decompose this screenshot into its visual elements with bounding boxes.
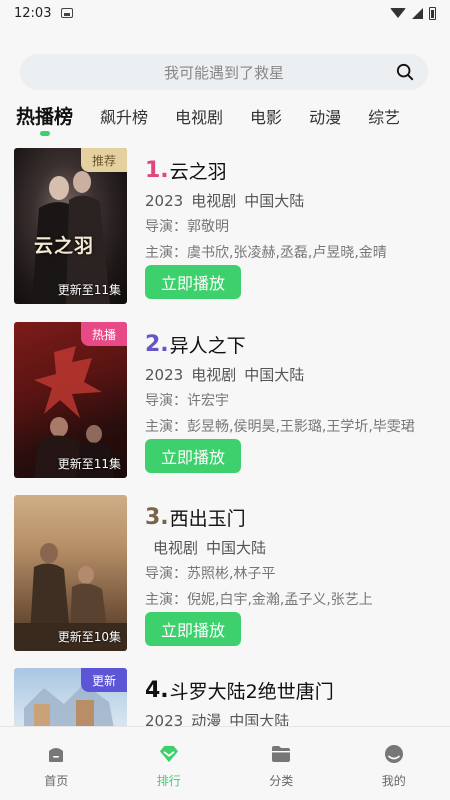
tab-anime[interactable]: 动漫 — [309, 100, 341, 128]
gallery-icon — [61, 8, 74, 18]
rank-number: 1. — [145, 157, 169, 183]
poster-image[interactable]: 云之羽 推荐 更新至11集 — [14, 148, 127, 304]
play-button[interactable]: 立即播放 — [145, 265, 241, 299]
status-icons — [390, 6, 436, 20]
update-status: 更新至11集 — [57, 457, 121, 471]
signal-icon — [412, 7, 423, 19]
profile-icon — [384, 745, 403, 763]
item-title-row[interactable]: 1. 云之羽 — [145, 157, 435, 183]
item-meta: 2023 电视剧 中国大陆 — [145, 364, 435, 384]
item-title-row[interactable]: 4. 斗罗大陆2绝世唐门 — [145, 677, 435, 703]
battery-icon — [429, 6, 436, 20]
item-cast: 主演：彭昱畅,侯明昊,王影璐,王学圻,毕雯珺 — [145, 419, 415, 435]
list-item[interactable]: 更新 4. 斗罗大陆2绝世唐门 2023 动漫 中国大陆 — [14, 668, 434, 726]
item-meta: 2023 动漫 中国大陆 — [145, 710, 435, 726]
play-button[interactable]: 立即播放 — [145, 612, 241, 646]
item-director: 导演：郭敬明 — [145, 219, 229, 235]
poster-image[interactable]: 更新 — [14, 668, 127, 726]
item-title: 异人之下 — [169, 334, 246, 357]
tab-tv[interactable]: 电视剧 — [175, 100, 223, 128]
tab-label: 飙升榜 — [100, 108, 149, 127]
tab-variety[interactable]: 综艺 — [368, 100, 400, 128]
item-info: 3. 西出玉门 电视剧 中国大陆 导演：苏照彬,林子平 主演：倪妮,白宇,金瀚,孟… — [145, 495, 435, 646]
item-title-row[interactable]: 3. 西出玉门 — [145, 504, 435, 530]
item-category: 动漫 — [191, 712, 222, 726]
item-year: 2023 — [145, 712, 184, 726]
tab-rising[interactable]: 飙升榜 — [100, 100, 148, 128]
item-cast: 主演：虞书欣,张凌赫,丞磊,卢昱晓,金晴 — [145, 245, 387, 261]
search-placeholder: 我可能遇到了救星 — [163, 63, 284, 82]
search-icon[interactable] — [396, 63, 414, 81]
nav-profile[interactable]: 我的 — [338, 727, 450, 800]
item-year: 2023 — [145, 192, 184, 210]
update-status: 更新至10集 — [57, 630, 121, 644]
home-icon — [49, 748, 64, 762]
tab-label: 电视剧 — [175, 108, 224, 127]
item-title: 西出玉门 — [169, 507, 246, 530]
update-status: 更新至11集 — [57, 283, 121, 297]
ranking-icon — [159, 745, 178, 763]
item-region: 中国大陆 — [244, 192, 305, 210]
status-time: 12:03 — [14, 5, 52, 21]
search-bar[interactable]: 我可能遇到了救星 — [20, 54, 428, 90]
nav-label: 排行 — [156, 774, 181, 788]
rank-number: 2. — [145, 331, 169, 357]
poster-title: 云之羽 — [34, 235, 95, 257]
tab-label: 综艺 — [368, 108, 401, 127]
item-title: 云之羽 — [169, 160, 227, 183]
item-category: 电视剧 — [191, 192, 237, 210]
item-title-row[interactable]: 2. 异人之下 — [145, 331, 435, 357]
badge-recommend: 推荐 — [81, 148, 127, 172]
item-year: 2023 — [145, 366, 184, 384]
item-cast: 主演：倪妮,白宇,金瀚,孟子义,张艺上 — [145, 592, 373, 608]
item-info: 2. 异人之下 2023 电视剧 中国大陆 导演：许宏宇 主演：彭昱畅,侯明昊,王影… — [145, 322, 435, 473]
poster-image[interactable]: 热播 更新至11集 — [14, 322, 127, 478]
nav-home[interactable]: 首页 — [0, 727, 113, 800]
item-director: 导演：苏照彬,林子平 — [145, 566, 276, 582]
bottom-nav: 首页 排行 分类 我的 — [0, 726, 450, 800]
tab-label: 动漫 — [309, 108, 342, 127]
item-meta: 2023 电视剧 中国大陆 — [145, 190, 435, 210]
tab-label: 热播榜 — [16, 106, 74, 128]
item-title: 斗罗大陆2绝世唐门 — [169, 680, 334, 703]
tab-label: 电影 — [250, 108, 283, 127]
rank-number: 4. — [145, 677, 169, 703]
nav-label: 首页 — [44, 774, 69, 788]
item-region: 中国大陆 — [244, 366, 305, 384]
nav-category[interactable]: 分类 — [225, 727, 338, 800]
item-meta: 电视剧 中国大陆 — [145, 537, 435, 557]
badge-update: 更新 — [81, 668, 127, 692]
list-item[interactable]: 热播 更新至11集 2. 异人之下 2023 电视剧 中国大陆 导演：许宏宇 主演：… — [14, 322, 434, 478]
folder-icon — [272, 746, 291, 762]
nav-ranking[interactable]: 排行 — [113, 727, 226, 800]
tab-movie[interactable]: 电影 — [250, 100, 282, 128]
item-director: 导演：许宏宇 — [145, 393, 229, 409]
item-region: 中国大陆 — [229, 712, 290, 726]
item-info: 1. 云之羽 2023 电视剧 中国大陆 导演：郭敬明 主演：虞书欣,张凌赫,丞磊,… — [145, 148, 435, 299]
tab-hot[interactable]: 热播榜 — [16, 100, 74, 136]
ranking-tabs: 热播榜 飙升榜 电视剧 电影 动漫 综艺 — [16, 100, 436, 140]
list-item[interactable]: 云之羽 推荐 更新至11集 1. 云之羽 2023 电视剧 中国大陆 导演：郭敬明 … — [14, 148, 434, 304]
list-item[interactable]: 更新至10集 3. 西出玉门 电视剧 中国大陆 导演：苏照彬,林子平 主演：倪妮,… — [14, 495, 434, 651]
nav-label: 分类 — [269, 774, 294, 788]
poster-image[interactable]: 更新至10集 — [14, 495, 127, 651]
item-category: 电视剧 — [191, 366, 237, 384]
play-button[interactable]: 立即播放 — [145, 439, 241, 473]
rank-number: 3. — [145, 504, 169, 530]
badge-hot: 热播 — [81, 322, 127, 346]
item-info: 4. 斗罗大陆2绝世唐门 2023 动漫 中国大陆 — [145, 668, 435, 727]
wifi-icon — [390, 8, 406, 18]
item-region: 中国大陆 — [206, 539, 267, 557]
nav-label: 我的 — [381, 774, 406, 788]
tab-active-indicator — [39, 131, 50, 136]
item-category: 电视剧 — [153, 539, 199, 557]
status-bar: 12:03 — [0, 0, 450, 26]
ranking-list: 云之羽 推荐 更新至11集 1. 云之羽 2023 电视剧 中国大陆 导演：郭敬明 … — [0, 148, 450, 726]
